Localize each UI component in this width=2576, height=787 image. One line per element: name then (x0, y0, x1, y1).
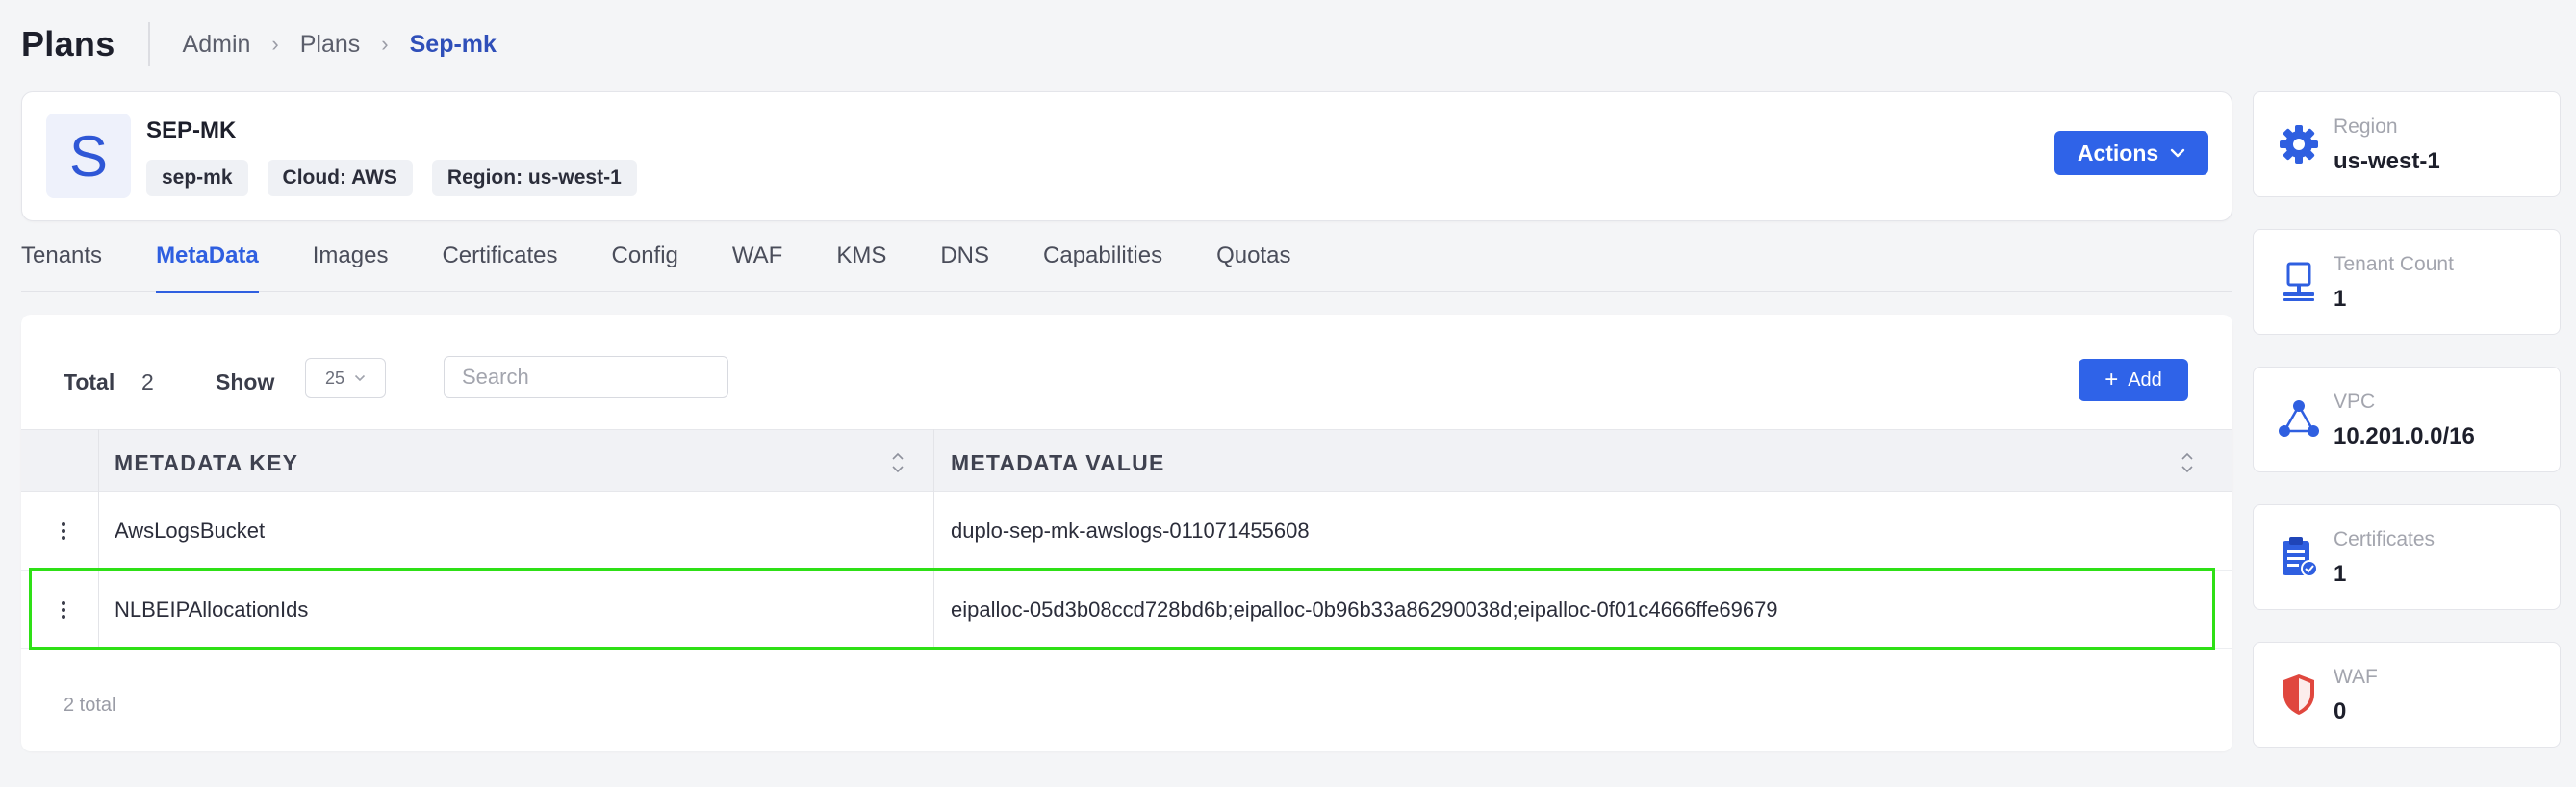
tab-tenants[interactable]: Tenants (21, 220, 102, 292)
column-header-value[interactable]: METADATA VALUE (951, 430, 1165, 493)
table-row[interactable]: AwsLogsBucket duplo-sep-mk-awslogs-01107… (21, 492, 2232, 571)
show-label: Show (216, 369, 275, 394)
row-value: duplo-sep-mk-awslogs-011071455608 (951, 519, 1310, 543)
tab-capabilities[interactable]: Capabilities (1043, 220, 1162, 292)
tab-bar: Tenants MetaData Images Certificates Con… (21, 220, 2232, 293)
stat-label: Tenant Count (2334, 253, 2454, 275)
tab-certificates[interactable]: Certificates (442, 220, 557, 292)
stat-label: Certificates (2334, 528, 2436, 550)
total-value: 2 (141, 369, 154, 394)
sort-icon[interactable] (891, 450, 905, 475)
plan-name: SEP-MK (146, 117, 237, 143)
tab-config[interactable]: Config (612, 220, 678, 292)
page-header: Plans Admin › Plans › Sep-mk (21, 17, 497, 71)
chevron-down-icon (2170, 148, 2185, 158)
table-row[interactable]: NLBEIPAllocationIds eipalloc-05d3b08ccd7… (21, 571, 2232, 649)
row-key: AwsLogsBucket (115, 519, 266, 543)
header-divider (147, 22, 150, 66)
plan-tags: sep-mk Cloud: AWS Region: us-west-1 (146, 160, 637, 196)
stat-label: WAF (2334, 666, 2378, 688)
row-key: NLBEIPAllocationIds (115, 597, 309, 622)
page-size-value: 25 (324, 368, 345, 388)
gear-icon (2275, 120, 2323, 168)
more-vertical-icon[interactable] (54, 492, 73, 571)
tab-kms[interactable]: KMS (836, 220, 886, 292)
more-vertical-icon[interactable] (54, 571, 73, 649)
actions-button[interactable]: Actions (2054, 131, 2208, 175)
tab-images[interactable]: Images (313, 220, 389, 292)
stat-card-waf: WAF 0 (2253, 642, 2561, 748)
plan-tag-name: sep-mk (146, 160, 248, 196)
stat-value: 10.201.0.0/16 (2334, 423, 2475, 449)
add-button[interactable]: + Add (2079, 359, 2188, 401)
breadcrumb: Admin › Plans › Sep-mk (183, 31, 497, 59)
chevron-down-icon (354, 374, 366, 382)
plan-avatar: S (46, 114, 131, 198)
page-size-select[interactable]: 25 (305, 358, 386, 398)
stat-card-vpc: VPC 10.201.0.0/16 (2253, 367, 2561, 472)
stat-value: 0 (2334, 698, 2347, 724)
search-input[interactable] (444, 356, 728, 398)
breadcrumb-current: Sep-mk (409, 30, 497, 58)
plan-tag-cloud: Cloud: AWS (267, 160, 413, 196)
stat-value: 1 (2334, 286, 2347, 312)
metadata-table-card: Total 2 Show 25 + Add METADATA KEY METAD… (21, 315, 2232, 751)
network-icon (2275, 395, 2323, 444)
row-value: eipalloc-05d3b08ccd728bd6b;eipalloc-0b96… (951, 597, 1778, 622)
table-footer-total: 2 total (64, 695, 116, 716)
table-header: METADATA KEY METADATA VALUE (21, 429, 2232, 492)
tab-metadata[interactable]: MetaData (156, 220, 259, 293)
shield-icon (2275, 671, 2323, 719)
clipboard-check-icon (2275, 533, 2323, 581)
tab-waf[interactable]: WAF (732, 220, 782, 292)
stat-value: us-west-1 (2334, 148, 2440, 174)
stat-label: Region (2334, 115, 2398, 138)
sort-icon[interactable] (2181, 450, 2194, 475)
total-label: Total (64, 369, 115, 394)
plan-summary-card: S SEP-MK sep-mk Cloud: AWS Region: us-we… (21, 91, 2232, 221)
stat-card-tenant-count: Tenant Count 1 (2253, 229, 2561, 335)
page-title: Plans (21, 24, 115, 63)
stat-card-certificates: Certificates 1 (2253, 504, 2561, 610)
plus-icon: + (2104, 367, 2119, 393)
stats-panel: Region us-west-1 Tenant Count 1 VPC 10.2… (2253, 91, 2561, 779)
breadcrumb-plans[interactable]: Plans (300, 31, 361, 59)
plan-tag-region: Region: us-west-1 (431, 160, 637, 196)
stat-label: VPC (2334, 391, 2376, 413)
tab-quotas[interactable]: Quotas (1216, 220, 1290, 292)
column-header-key[interactable]: METADATA KEY (115, 430, 298, 493)
stat-card-region: Region us-west-1 (2253, 91, 2561, 197)
breadcrumb-admin[interactable]: Admin (183, 31, 251, 59)
chevron-right-icon: › (381, 32, 389, 56)
main-content: S SEP-MK sep-mk Cloud: AWS Region: us-we… (21, 91, 2232, 751)
chevron-right-icon: › (271, 32, 279, 56)
stat-value: 1 (2334, 561, 2347, 587)
monitor-icon (2275, 258, 2323, 306)
actions-button-label: Actions (2077, 140, 2159, 165)
add-button-label: Add (2128, 368, 2162, 391)
tab-dns[interactable]: DNS (940, 220, 989, 292)
